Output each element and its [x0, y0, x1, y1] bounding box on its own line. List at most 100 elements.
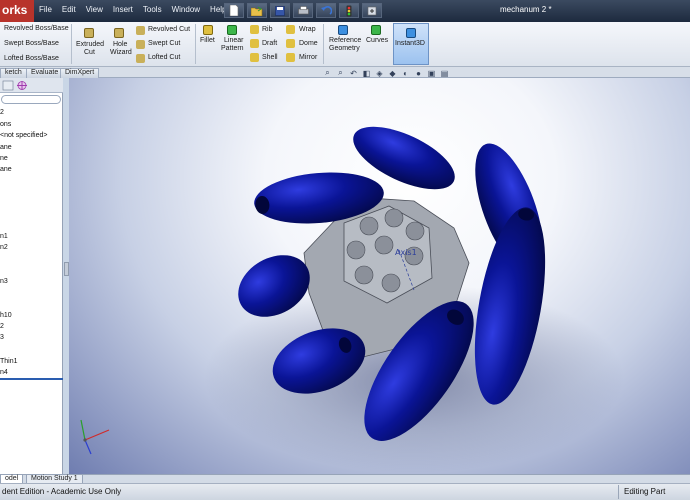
status-edition-text: dent Edition - Academic Use Only: [2, 487, 122, 496]
draft-button[interactable]: Draft: [262, 40, 277, 47]
tree-item[interactable]: n1: [0, 233, 8, 240]
save-icon[interactable]: [270, 3, 290, 18]
mecanum-wheel-model[interactable]: Axis1: [69, 78, 690, 474]
app-logo: orks: [2, 3, 28, 17]
reference-geometry-icon: [338, 25, 348, 35]
edit-appearance-icon[interactable]: ●: [413, 68, 424, 78]
instant3d-label: Instant3D: [395, 40, 425, 47]
tree-filter-input[interactable]: [1, 95, 61, 104]
instant3d-button[interactable]: Instant3D: [393, 23, 429, 65]
mirror-icon: [286, 53, 295, 62]
ribbon-separator: [323, 24, 324, 64]
wrap-icon: [286, 25, 295, 34]
rebuild-icon[interactable]: [339, 3, 359, 18]
section-view-icon[interactable]: ◧: [361, 68, 372, 78]
fillet-icon: [203, 25, 213, 35]
ribbon-separator: [195, 24, 196, 64]
swept-boss-button[interactable]: Swept Boss/Base: [4, 40, 59, 47]
linear-pattern-label-line1[interactable]: Linear: [224, 37, 243, 44]
reference-geometry-label-line1[interactable]: Reference: [329, 37, 361, 44]
instant3d-icon: [406, 28, 416, 38]
menu-file[interactable]: File: [34, 5, 57, 14]
extruded-cut-label-line2[interactable]: Cut: [84, 49, 95, 56]
curves-icon: [371, 25, 381, 35]
display-style-icon[interactable]: ◆: [387, 68, 398, 78]
menu-insert[interactable]: Insert: [108, 5, 138, 14]
extruded-cut-icon: [84, 28, 94, 38]
shell-button[interactable]: Shell: [262, 54, 278, 61]
configuration-manager-icon[interactable]: [16, 80, 28, 91]
bottom-tabs: odel Motion Study 1: [0, 474, 690, 484]
menu-view[interactable]: View: [81, 5, 108, 14]
print-icon[interactable]: [293, 3, 313, 18]
apply-scene-icon[interactable]: ▣: [426, 68, 437, 78]
tab-evaluate[interactable]: Evaluate: [26, 68, 64, 78]
fillet-button[interactable]: Fillet: [200, 37, 215, 44]
dome-button[interactable]: Dome: [299, 40, 318, 47]
tab-sketch[interactable]: ketch: [0, 68, 27, 78]
tree-item[interactable]: n2: [0, 244, 8, 251]
graphics-viewport[interactable]: ⌕ ⌕ ↶ ◧ ◈ ◆ ◐ ● ▣ ▤ Axis1: [69, 68, 690, 474]
property-manager-icon[interactable]: [2, 80, 14, 91]
rollback-bar[interactable]: [0, 378, 63, 380]
linear-pattern-label-line2[interactable]: Pattern: [221, 45, 244, 52]
document-title: mechanum 2 *: [500, 5, 552, 14]
zoom-to-fit-icon[interactable]: ⌕: [322, 68, 333, 78]
wrap-button[interactable]: Wrap: [299, 26, 316, 33]
feature-manager-tabs: [0, 78, 63, 93]
options-icon[interactable]: [362, 3, 382, 18]
lofted-cut-button[interactable]: Lofted Cut: [148, 54, 180, 61]
dome-icon: [286, 39, 295, 48]
rib-icon: [250, 25, 259, 34]
revolved-cut-icon: [136, 26, 145, 35]
status-mode-text: Editing Part: [624, 487, 666, 496]
open-icon[interactable]: [247, 3, 267, 18]
view-settings-icon[interactable]: ▤: [439, 68, 450, 78]
curves-button[interactable]: Curves: [366, 37, 388, 44]
zoom-area-icon[interactable]: ⌕: [335, 68, 346, 78]
rib-button[interactable]: Rib: [262, 26, 273, 33]
tree-item[interactable]: 2: [0, 109, 4, 116]
tree-item[interactable]: ne: [0, 155, 8, 162]
new-icon[interactable]: [224, 3, 244, 18]
tree-item[interactable]: n4: [0, 369, 8, 376]
hide-show-icon[interactable]: ◐: [400, 68, 411, 78]
revolved-boss-button[interactable]: Revolved Boss/Base: [4, 25, 69, 32]
status-bar: dent Edition - Academic Use Only Editing…: [0, 483, 690, 500]
title-bar: orks File Edit View Insert Tools Window …: [0, 0, 690, 22]
lofted-boss-button[interactable]: Lofted Boss/Base: [4, 55, 59, 62]
draft-icon: [250, 39, 259, 48]
tab-dimxpert[interactable]: DimXpert: [60, 68, 100, 78]
menu-tools[interactable]: Tools: [138, 5, 167, 14]
tree-item[interactable]: 2: [0, 323, 4, 330]
command-manager-ribbon: Revolved Boss/Base Swept Boss/Base Lofte…: [0, 22, 690, 67]
hole-wizard-icon: [114, 28, 124, 38]
ribbon-separator: [71, 24, 72, 64]
swept-cut-button[interactable]: Swept Cut: [148, 40, 180, 47]
tree-item[interactable]: ons: [0, 121, 11, 128]
tree-item[interactable]: <not specified>: [0, 132, 47, 139]
menu-edit[interactable]: Edit: [57, 5, 81, 14]
heads-up-view-toolbar: ⌕ ⌕ ↶ ◧ ◈ ◆ ◐ ● ▣ ▤: [322, 68, 450, 78]
reference-geometry-label-line2[interactable]: Geometry: [329, 45, 360, 52]
previous-view-icon[interactable]: ↶: [348, 68, 359, 78]
feature-manager-panel: 2 ons <not specified> ane ne ane n1 n2 n…: [0, 78, 63, 474]
undo-icon[interactable]: [316, 3, 336, 18]
lofted-cut-icon: [136, 54, 145, 63]
hole-wizard-label-line1[interactable]: Hole: [113, 41, 127, 48]
revolved-cut-button[interactable]: Revolved Cut: [148, 26, 190, 33]
view-triad: [80, 419, 110, 455]
quick-access-toolbar: [224, 3, 382, 18]
menu-window[interactable]: Window: [167, 5, 205, 14]
extruded-cut-label-line1[interactable]: Extruded: [76, 41, 104, 48]
hole-wizard-label-line2[interactable]: Wizard: [110, 49, 132, 56]
view-orientation-icon[interactable]: ◈: [374, 68, 385, 78]
tree-item[interactable]: 3: [0, 334, 4, 341]
swept-cut-icon: [136, 40, 145, 49]
mirror-button[interactable]: Mirror: [299, 54, 317, 61]
tree-item[interactable]: h10: [0, 312, 12, 319]
tree-item[interactable]: ane: [0, 166, 12, 173]
tree-item[interactable]: n3: [0, 278, 8, 285]
tree-item[interactable]: ane: [0, 144, 12, 151]
tree-item[interactable]: Thin1: [0, 358, 18, 365]
